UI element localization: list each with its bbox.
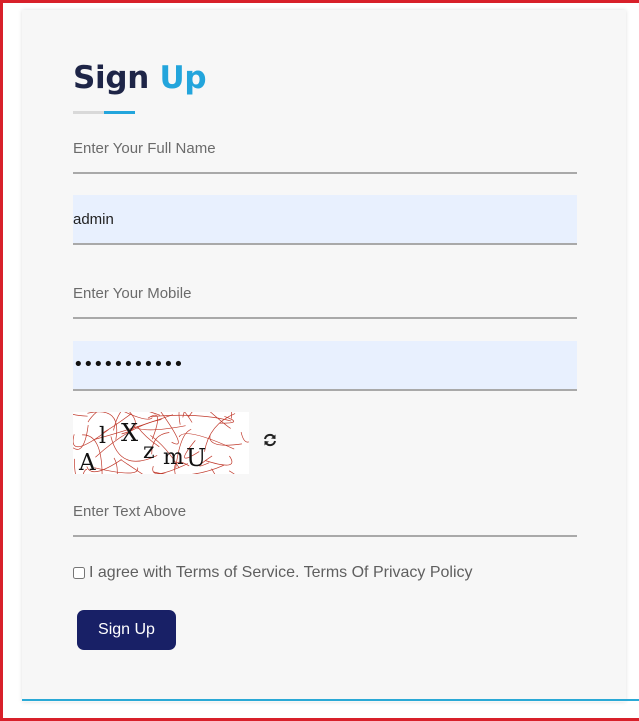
captcha-char: A (78, 450, 96, 474)
password-field[interactable]: ••••••••••• (73, 341, 577, 391)
captcha-char: m (163, 445, 184, 470)
title-part-sign: Sign (73, 60, 150, 96)
captcha-graphic: A l X z m U (73, 412, 249, 474)
terms-agreement: I agree with Terms of Service. Terms Of … (73, 564, 473, 582)
signup-button[interactable]: Sign Up (77, 610, 176, 650)
page-title: Sign Up (73, 58, 207, 98)
captcha-noise-line (87, 412, 98, 423)
fullname-field (73, 124, 577, 174)
captcha-noise-line (133, 425, 186, 431)
title-part-up: Up (159, 60, 207, 96)
captcha-noise-line (149, 412, 161, 416)
captcha-noise-line (204, 413, 236, 452)
captcha-noise-line (73, 425, 89, 450)
refresh-icon[interactable] (262, 432, 278, 448)
mobile-field (73, 269, 577, 319)
captcha-noise-line (211, 468, 216, 474)
title-underline-accent (104, 111, 135, 114)
captcha-noise-line (228, 470, 235, 474)
captcha-noise-line (209, 412, 231, 429)
username-input[interactable] (73, 195, 577, 243)
terms-label: I agree with Terms of Service. Terms Of … (89, 564, 473, 581)
username-field (73, 195, 577, 245)
captcha-noise-line (204, 455, 233, 466)
captcha-char: z (143, 439, 155, 464)
captcha-text-input[interactable] (73, 487, 577, 535)
password-masked-value: ••••••••••• (73, 354, 184, 375)
captcha-image: A l X z m U (73, 412, 249, 474)
captcha-noise-line (178, 412, 193, 425)
captcha-noise-line (240, 432, 249, 443)
card-bottom-border (22, 699, 639, 701)
captcha-noise-line (209, 434, 242, 446)
captcha-text-field (73, 487, 577, 537)
mobile-input[interactable] (73, 269, 577, 317)
captcha-char: l (99, 424, 106, 449)
captcha-noise-line (73, 413, 88, 417)
fullname-input[interactable] (73, 124, 577, 172)
captcha-char: U (186, 444, 206, 472)
captcha-char: X (121, 419, 138, 447)
captcha-noise-line (231, 412, 232, 419)
terms-checkbox[interactable] (73, 567, 85, 579)
